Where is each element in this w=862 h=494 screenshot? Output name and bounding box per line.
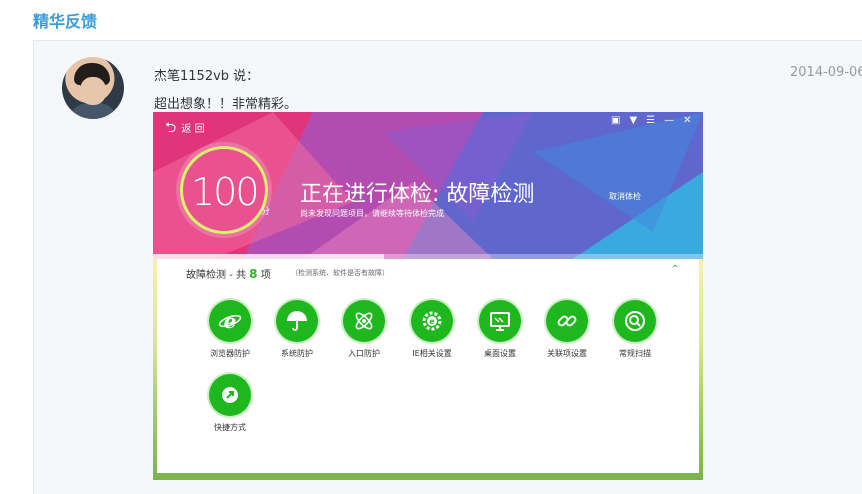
group-hint: （检测系统、软件是否有故障） [291, 269, 389, 277]
item-ie-settings[interactable]: e IE相关设置 [402, 300, 462, 359]
svg-text:e: e [429, 317, 435, 326]
desktop-icon [479, 300, 521, 342]
item-label: IE相关设置 [412, 349, 452, 358]
shortcut-icon [209, 374, 251, 416]
score-unit: 分 [261, 207, 271, 217]
back-arrow-icon: ⮌ [165, 120, 177, 136]
item-association-settings[interactable]: 关联项设置 [537, 300, 597, 359]
skin-icon[interactable]: ▣ [611, 115, 620, 126]
chevron-up-icon[interactable]: ⌃ [671, 264, 679, 275]
item-label: 快捷方式 [214, 423, 246, 432]
comment-text: 超出想象！！非常精彩。 [154, 97, 298, 112]
avatar[interactable] [62, 57, 124, 119]
item-regular-scan[interactable]: 常规扫描 [605, 300, 665, 359]
item-label: 入口防护 [348, 349, 380, 358]
group-count: 8 [249, 267, 258, 281]
item-system-protection[interactable]: 系统防护 [267, 300, 327, 359]
attached-screenshot[interactable]: ⮌ 返 回 ▣ ▼ ☰ — ✕ 100 分 正在进行体检: 故障检测 尚未发现问… [153, 112, 703, 480]
back-button[interactable]: ⮌ 返 回 [165, 117, 205, 141]
menu-icon[interactable]: ☰ [646, 115, 655, 126]
item-entry-protection[interactable]: 入口防护 [334, 300, 394, 359]
item-browser-protection[interactable]: e 浏览器防护 [200, 300, 260, 359]
atom-icon [343, 300, 385, 342]
scan-subtitle: 尚未发现问题项目，请继续等待体检完成 [300, 209, 444, 218]
link-icon [546, 300, 588, 342]
results-panel [157, 259, 699, 473]
comment-date: 2014-09-06 1 [790, 65, 862, 80]
svg-text:e: e [224, 309, 237, 333]
gear-e-icon: e [411, 300, 453, 342]
comment-author: 杰笔1152vb 说： [154, 69, 260, 84]
minimize-icon[interactable]: — [664, 115, 674, 126]
close-icon[interactable]: ✕ [683, 115, 691, 126]
cancel-scan-button[interactable]: 取消体检 [609, 191, 641, 202]
umbrella-icon [276, 300, 318, 342]
item-label: 系统防护 [281, 349, 313, 358]
item-desktop-settings[interactable]: 桌面设置 [470, 300, 530, 359]
group-title: 故障检测 - 共 8 项 [186, 267, 271, 281]
score-value: 100 [191, 170, 260, 214]
item-label: 桌面设置 [484, 349, 516, 358]
ie-icon: e [209, 300, 251, 342]
item-label: 关联项设置 [547, 349, 587, 358]
scan-title: 正在进行体检: 故障检测 [300, 182, 535, 207]
item-shortcuts[interactable]: 快捷方式 [200, 374, 260, 433]
item-label: 常规扫描 [619, 349, 651, 358]
window-controls: ▣ ▼ ☰ — ✕ [611, 115, 692, 126]
section-title: 精华反馈 [33, 12, 98, 31]
scan-icon [614, 300, 656, 342]
scan-progress-bar [153, 254, 703, 259]
item-label: 浏览器防护 [210, 349, 250, 358]
shirt-icon[interactable]: ▼ [629, 115, 637, 126]
page: 精华反馈 杰笔1152vb 说： 2014-09-06 1 超出想象！！非常精彩… [0, 0, 862, 494]
